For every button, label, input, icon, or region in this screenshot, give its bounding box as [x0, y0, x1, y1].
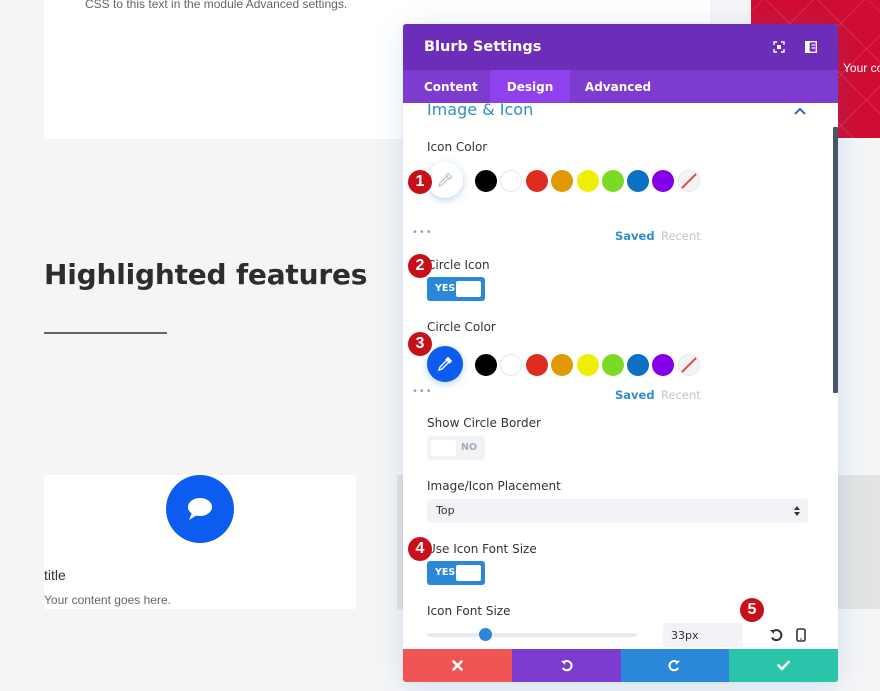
swatch-none[interactable]	[678, 170, 700, 192]
swatch-green[interactable]	[602, 170, 624, 192]
blurb-module[interactable]: title Your content goes here.	[44, 475, 356, 609]
modal-header[interactable]: Blurb Settings	[403, 24, 838, 70]
annotation-badge-2: 2	[408, 254, 432, 278]
recent-colors-link[interactable]: Recent	[661, 229, 701, 243]
chevron-up-icon[interactable]	[793, 106, 807, 116]
toggle-knob	[456, 565, 481, 581]
tab-advanced[interactable]: Advanced	[570, 70, 666, 103]
redo-button[interactable]	[620, 649, 730, 682]
icon-color-label: Icon Color	[427, 140, 488, 154]
scrollbar[interactable]	[833, 127, 838, 393]
saved-colors-link[interactable]: Saved	[615, 229, 655, 243]
undo-icon	[560, 660, 573, 672]
icon-font-size-input[interactable]	[663, 623, 743, 647]
swatch-green[interactable]	[602, 354, 624, 376]
toggle-state-label: YES	[435, 567, 456, 578]
responsive-device-icon[interactable]	[794, 628, 808, 642]
saved-colors-link[interactable]: Saved	[615, 388, 655, 402]
swatch-yellow[interactable]	[577, 170, 599, 192]
check-icon	[777, 660, 790, 671]
annotation-badge-3: 3	[408, 332, 432, 356]
circle-color-eyedropper-button[interactable]	[427, 346, 463, 382]
modal-footer	[403, 649, 838, 682]
close-icon	[452, 660, 463, 671]
tab-design[interactable]: Design	[490, 70, 570, 103]
swatch-red[interactable]	[526, 170, 548, 192]
swatch-purple[interactable]	[652, 354, 674, 376]
eyedropper-icon	[438, 172, 453, 187]
circle-icon-toggle[interactable]: YES	[427, 277, 485, 301]
show-circle-border-toggle[interactable]: NO	[427, 436, 485, 460]
headline-divider	[44, 332, 167, 334]
blurb-settings-modal: Blurb Settings Content Design Advanced I…	[403, 24, 838, 682]
eyedropper-icon	[437, 356, 453, 372]
icon-color-picker	[427, 162, 727, 204]
blurb-title: title	[44, 567, 66, 583]
modal-body: Image & Icon Icon Color ••• Saved Recent…	[403, 103, 838, 649]
redo-icon	[668, 660, 681, 672]
swatch-black[interactable]	[475, 170, 497, 192]
toggle-knob	[456, 281, 481, 297]
recent-colors-link[interactable]: Recent	[661, 388, 701, 402]
undo-button[interactable]	[511, 649, 621, 682]
circle-color-label: Circle Color	[427, 320, 496, 334]
swatch-blue[interactable]	[627, 170, 649, 192]
use-icon-font-size-toggle[interactable]: YES	[427, 561, 485, 585]
show-circle-border-label: Show Circle Border	[427, 416, 541, 430]
placement-value: Top	[436, 504, 455, 517]
more-colors-button[interactable]: •••	[412, 227, 433, 238]
use-icon-font-size-label: Use Icon Font Size	[427, 542, 537, 556]
icon-font-size-slider[interactable]	[427, 628, 637, 641]
swatch-orange[interactable]	[551, 170, 573, 192]
module-text: CSS to this text in the module Advanced …	[85, 0, 348, 11]
icon-color-eyedropper-button[interactable]	[427, 162, 463, 198]
slider-thumb[interactable]	[479, 628, 493, 641]
chat-bubble-icon	[188, 498, 212, 520]
section-title-image-icon[interactable]: Image & Icon	[427, 103, 533, 119]
annotation-badge-4: 4	[408, 537, 432, 561]
select-arrows-icon	[794, 506, 800, 516]
modal-tabs: Content Design Advanced	[403, 70, 838, 103]
swatch-purple[interactable]	[652, 170, 674, 192]
circle-icon-label: Circle Icon	[427, 258, 490, 272]
sidebar-layout-icon[interactable]	[804, 40, 818, 54]
swatch-white[interactable]	[500, 354, 522, 376]
tab-content[interactable]: Content	[403, 70, 490, 103]
toggle-knob	[431, 440, 456, 456]
placement-label: Image/Icon Placement	[427, 479, 561, 493]
swatch-red[interactable]	[526, 354, 548, 376]
circle-color-picker	[427, 346, 727, 388]
reset-icon[interactable]	[769, 628, 783, 642]
blurb-icon-circle	[166, 475, 234, 543]
swatch-black[interactable]	[475, 354, 497, 376]
swatch-orange[interactable]	[551, 354, 573, 376]
swatch-yellow[interactable]	[577, 354, 599, 376]
swatch-none[interactable]	[678, 354, 700, 376]
swatch-white[interactable]	[500, 170, 522, 192]
placement-select[interactable]: Top	[427, 499, 808, 523]
section-headline: Highlighted features	[44, 258, 368, 291]
toggle-state-label: YES	[435, 283, 456, 294]
modal-title: Blurb Settings	[424, 39, 542, 55]
expand-icon[interactable]	[772, 40, 786, 54]
red-card-text: Your co	[843, 61, 880, 75]
cancel-button[interactable]	[403, 649, 512, 682]
swatch-blue[interactable]	[627, 354, 649, 376]
annotation-badge-5: 5	[740, 598, 764, 622]
toggle-state-label: NO	[461, 442, 478, 453]
blurb-content: Your content goes here.	[44, 593, 171, 607]
more-colors-button[interactable]: •••	[412, 386, 433, 397]
save-button[interactable]	[729, 649, 838, 682]
annotation-badge-1: 1	[408, 170, 432, 194]
icon-font-size-label: Icon Font Size	[427, 604, 511, 618]
